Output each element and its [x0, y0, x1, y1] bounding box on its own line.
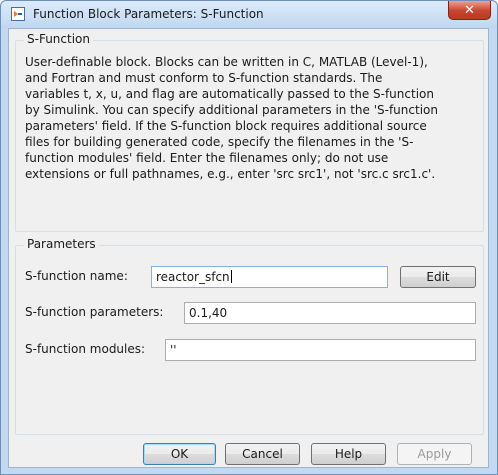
dialog-body: S-Function User-definable block. Blocks …: [8, 28, 489, 468]
sfunction-parameters-input[interactable]: 0.1,40: [184, 302, 476, 324]
window-title: Function Block Parameters: S-Function: [33, 7, 264, 21]
apply-button[interactable]: Apply: [397, 443, 472, 465]
title-bar[interactable]: Function Block Parameters: S-Function ✕: [1, 1, 497, 28]
parameters-group-label: Parameters: [24, 237, 99, 251]
dialog-window: Function Block Parameters: S-Function ✕ …: [0, 0, 498, 475]
ok-button[interactable]: OK: [143, 443, 216, 465]
text-caret: [230, 270, 232, 283]
parameters-group: Parameters S-function name: reactor_sfcn…: [15, 237, 484, 435]
sfunction-parameters-label: S-function parameters:: [25, 305, 164, 319]
sfunction-name-label: S-function name:: [25, 269, 128, 283]
edit-button[interactable]: Edit: [400, 266, 476, 288]
close-button[interactable]: ✕: [448, 1, 491, 20]
description-group: S-Function User-definable block. Blocks …: [15, 32, 484, 232]
sfunction-name-input[interactable]: reactor_sfcn: [151, 266, 388, 288]
sfunction-modules-label: S-function modules:: [25, 342, 146, 356]
sfunction-modules-input[interactable]: '': [165, 339, 476, 361]
simulink-block-icon: [11, 7, 25, 21]
sfunction-name-value: reactor_sfcn: [156, 270, 230, 284]
help-button[interactable]: Help: [311, 443, 386, 465]
block-description: User-definable block. Blocks can be writ…: [25, 55, 438, 181]
cancel-button[interactable]: Cancel: [225, 443, 300, 465]
close-icon: ✕: [464, 2, 475, 18]
description-group-label: S-Function: [24, 32, 93, 46]
